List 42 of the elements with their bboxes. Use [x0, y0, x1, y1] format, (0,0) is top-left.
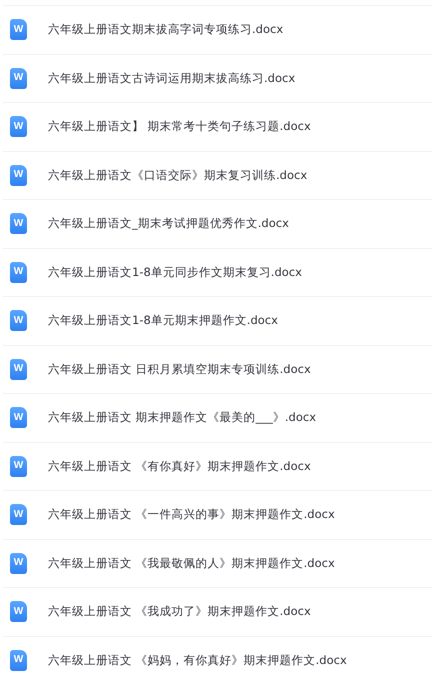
file-name: 六年级上册语文 《我成功了》期末押题作文.docx — [48, 604, 311, 620]
file-row[interactable]: W 六年级上册语文古诗词运用期末拔高练习.docx — [3, 54, 432, 102]
file-row[interactable]: W 六年级上册语文 《我最敬佩的人》期末押题作文.docx — [3, 538, 432, 587]
word-document-icon: W — [10, 650, 27, 671]
word-document-icon: W — [10, 552, 27, 574]
file-name: 六年级上册语文_期末考试押题优秀作文.docx — [48, 216, 289, 232]
file-row[interactable]: W 六年级上册语文】 期末常考十类句子练习题.docx — [3, 102, 432, 150]
word-document-icon: W — [10, 19, 27, 40]
file-row[interactable]: W 六年级上册语文 《有你真好》期末押题作文.docx — [3, 442, 432, 490]
file-name: 六年级上册语文 日积月累填空期末专项训练.docx — [48, 362, 311, 377]
word-document-icon: W — [10, 68, 27, 89]
file-name: 六年级上册语文 《妈妈，有你真好》期末押题作文.docx — [48, 652, 347, 668]
word-document-icon: W — [10, 504, 27, 526]
file-row[interactable]: W 六年级上册语文 期末押题作文《最美的___》.docx — [3, 393, 432, 442]
file-row[interactable]: W 六年级上册语文 《妈妈，有你真好》期末押题作文.docx — [3, 636, 432, 678]
word-document-icon: W — [10, 310, 27, 332]
file-name: 六年级上册语文 期末押题作文《最美的___》.docx — [48, 410, 316, 426]
file-row[interactable]: W 六年级上册语文_期末考试押题优秀作文.docx — [3, 199, 432, 248]
file-row[interactable]: W 六年级上册语文期末拔高字词专项练习.docx — [3, 5, 432, 54]
file-name: 六年级上册语文 《我最敬佩的人》期末押题作文.docx — [48, 556, 335, 571]
file-name: 六年级上册语文古诗词运用期末拔高练习.docx — [48, 70, 296, 86]
word-document-icon: W — [10, 164, 27, 186]
word-document-icon: W — [10, 213, 27, 234]
file-row[interactable]: W 六年级上册语文 《一件高兴的事》期末押题作文.docx — [3, 490, 432, 538]
word-document-icon: W — [10, 456, 27, 477]
file-row[interactable]: W 六年级上册语文1-8单元期末押题作文.docx — [3, 296, 432, 344]
file-name: 六年级上册语文 《一件高兴的事》期末押题作文.docx — [48, 507, 335, 522]
word-document-icon: W — [10, 601, 27, 622]
file-row[interactable]: W 六年级上册语文《口语交际》期末复习训练.docx — [3, 150, 432, 199]
file-name: 六年级上册语文】 期末常考十类句子练习题.docx — [48, 119, 311, 134]
file-name: 六年级上册语文1-8单元同步作文期末复习.docx — [48, 264, 302, 280]
file-row[interactable]: W 六年级上册语文 日积月累填空期末专项训练.docx — [3, 344, 432, 393]
file-name: 六年级上册语文期末拔高字词专项练习.docx — [48, 22, 284, 38]
word-document-icon: W — [10, 262, 27, 283]
file-name: 六年级上册语文1-8单元期末押题作文.docx — [48, 313, 278, 328]
word-document-icon: W — [10, 407, 27, 428]
file-name: 六年级上册语文《口语交际》期末复习训练.docx — [48, 168, 308, 183]
file-name: 六年级上册语文 《有你真好》期末押题作文.docx — [48, 458, 311, 474]
file-row[interactable]: W 六年级上册语文 《我成功了》期末押题作文.docx — [3, 587, 432, 636]
word-document-icon: W — [10, 358, 27, 380]
file-row[interactable]: W 六年级上册语文1-8单元同步作文期末复习.docx — [3, 248, 432, 296]
word-document-icon: W — [10, 116, 27, 138]
